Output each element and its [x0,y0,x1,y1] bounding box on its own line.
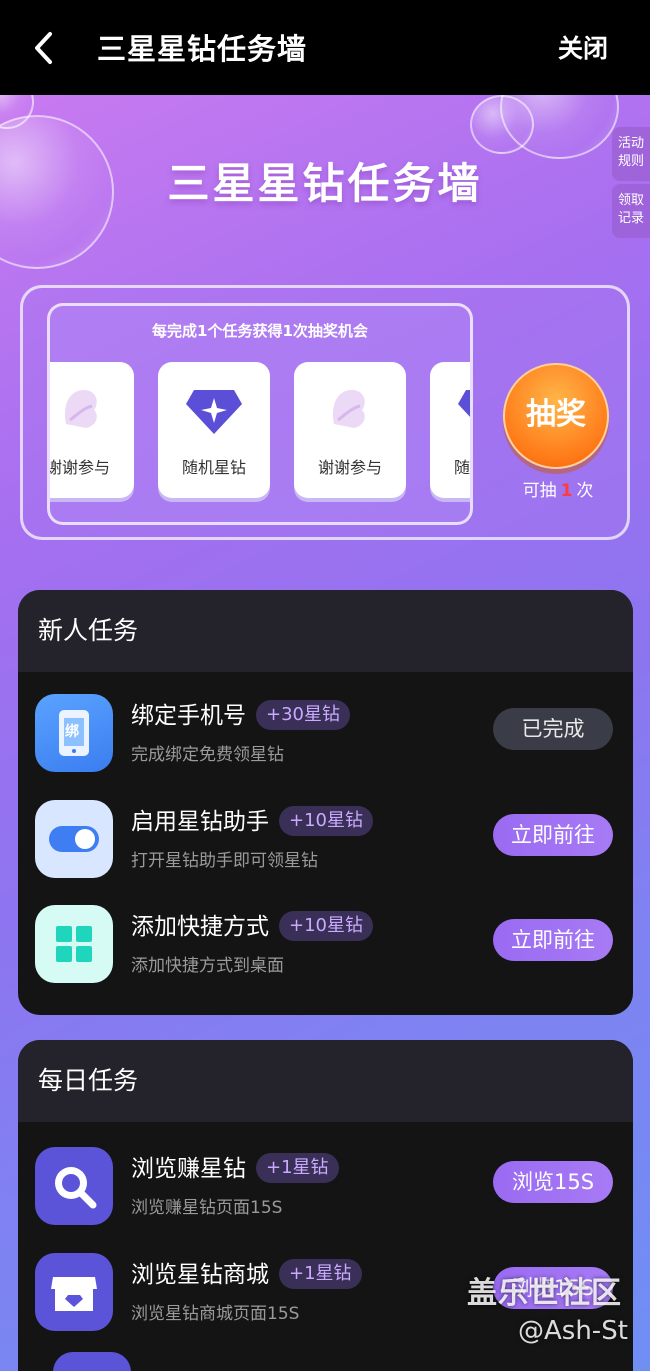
records-tab-line2: 记录 [617,211,644,226]
star-diamond-icon [186,390,242,434]
newbie-task-title: 新人任务 [18,590,633,672]
draw-button[interactable]: 抽奖 [503,363,609,469]
hero-title: 三星星钻任务墙 [167,159,483,208]
prize-label: 谢谢参与 [317,458,382,477]
task-name: 启用星钻助手 +10星钻 [131,802,373,836]
prize-carousel: 每完成1个任务获得1次抽奖机会 谢谢参与 随机星钻 谢谢参与 随机星钻 [47,303,473,525]
draw-count-suffix: 次 [576,481,594,501]
decor-bubble [470,95,534,154]
task-desc: 完成绑定免费领星钻 [131,745,284,765]
prize-card: 谢谢参与 [294,362,406,498]
store-icon [35,1253,113,1331]
records-tab-line1: 领取 [617,193,644,208]
task-row: 浏览赚星钻 +1星钻 浏览赚星钻页面15S 浏览15S [18,1137,633,1237]
close-button[interactable]: 关闭 [558,29,608,65]
daily-task-title: 每日任务 [18,1040,633,1122]
task-name: 浏览星钻商城 +1星钻 [131,1255,362,1289]
task-go-button[interactable]: 立即前往 [493,919,613,961]
lottery-panel: 每完成1个任务获得1次抽奖机会 谢谢参与 随机星钻 谢谢参与 随机星钻 抽奖 可… [20,285,630,540]
reward-badge: +1星钻 [256,1153,339,1183]
phone-bind-icon: 绑 [35,694,113,772]
reward-badge: +10星钻 [279,806,373,836]
prize-card: 随机星钻 [158,362,270,498]
task-row: 启用星钻助手 +10星钻 打开星钻助手即可领星钻 立即前往 [18,790,633,890]
toggle-icon [35,800,113,878]
rules-tab[interactable]: 活动 规则 [612,127,650,181]
browse-search-glyph [55,1167,97,1209]
task-name-text: 浏览赚星钻 [131,1156,246,1182]
task-name-text: 启用星钻助手 [131,809,269,835]
next-task-icon-partial [53,1352,131,1371]
task-go-button[interactable]: 立即前往 [493,814,613,856]
page-title: 三星星钻任务墙 [97,32,308,66]
task-desc: 浏览星钻商城页面15S [131,1304,300,1324]
star-diamond-icon [458,390,470,417]
task-desc: 打开星钻助手即可领星钻 [131,851,318,871]
watermark-user: @Ash-St [518,1316,628,1346]
phone-bind-icon-text: 绑 [65,724,79,740]
task-row: 绑 绑定手机号 +30星钻 完成绑定免费领星钻 已完成 [18,684,633,784]
task-row: 添加快捷方式 +10星钻 添加快捷方式到桌面 立即前往 [18,895,633,995]
toggle-glyph [49,826,99,852]
task-name: 浏览赚星钻 +1星钻 [131,1149,339,1183]
browse-button[interactable]: 浏览15S [493,1161,613,1203]
task-done-button[interactable]: 已完成 [493,708,613,750]
task-name-text: 添加快捷方式 [131,914,269,940]
rules-tab-line1: 活动 [617,136,644,151]
back-arrow-icon [35,32,52,64]
back-button[interactable] [28,26,68,70]
task-name: 添加快捷方式 +10星钻 [131,907,373,941]
task-name-text: 浏览星钻商城 [131,1262,269,1288]
prize-card: 谢谢参与 [47,362,134,498]
draw-count-number: 1 [560,481,573,501]
task-name-text: 绑定手机号 [131,703,246,729]
task-desc: 添加快捷方式到桌面 [131,956,284,976]
rules-tab-line2: 规则 [617,154,644,169]
main-content: 三星星钻任务墙 活动 规则 领取 记录 每完成1个任务获得1次抽奖机会 谢谢参与… [0,95,650,1371]
draw-count: 可抽 1 次 [495,476,621,501]
newbie-task-panel: 新人任务 绑 绑定手机号 +30星钻 完成绑定免费领星钻 已完成 启用星钻助手 +1… [18,590,633,1015]
thanks-icon [332,390,365,428]
watermark-community: 盖乐世社区 [467,1276,622,1311]
top-bar: 三星星钻任务墙 关闭 [0,0,650,95]
browse-search-icon [35,1147,113,1225]
prize-card: 随机星钻 [430,362,470,498]
prize-label: 随机星钻 [181,458,246,477]
reward-badge: +1星钻 [279,1259,362,1289]
records-tab[interactable]: 领取 记录 [612,184,650,238]
reward-badge: +30星钻 [256,700,350,730]
prize-label: 随机星钻 [453,458,470,477]
task-desc: 浏览赚星钻页面15S [131,1198,283,1218]
lottery-caption: 每完成1个任务获得1次抽奖机会 [152,322,368,340]
grid-glyph [56,926,92,962]
prize-label: 谢谢参与 [47,458,110,477]
thanks-icon [64,390,97,428]
grid-icon [35,905,113,983]
reward-badge: +10星钻 [279,911,373,941]
store-glyph [51,1277,97,1311]
task-name: 绑定手机号 +30星钻 [131,696,350,730]
draw-count-prefix: 可抽 [522,481,557,501]
